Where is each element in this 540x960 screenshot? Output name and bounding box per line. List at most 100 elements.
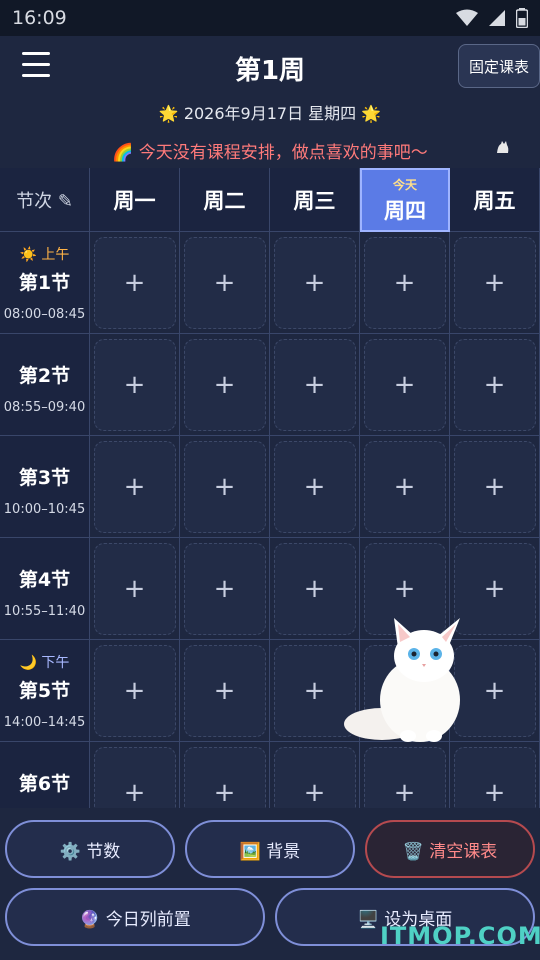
app-bar: 第1周 固定课表	[0, 36, 540, 98]
day-segment-label: 🌙 下午	[19, 654, 70, 671]
slot-cell-wed: +	[270, 334, 360, 436]
add-course-slot[interactable]: +	[363, 338, 446, 431]
slot-cell-tue: +	[180, 436, 270, 538]
plus-icon: +	[213, 267, 236, 298]
period-time: 14:00–14:45	[3, 714, 86, 730]
plus-icon: +	[213, 471, 236, 502]
slot-cell-thu: +	[360, 436, 450, 538]
plus-icon: +	[123, 267, 146, 298]
plus-icon: +	[483, 471, 506, 502]
add-course-slot[interactable]: +	[453, 746, 536, 808]
period-time-cell: 🌙 下午第5节 14:00–14:45	[0, 640, 90, 742]
add-course-slot[interactable]: +	[453, 338, 536, 431]
slot-cell-tue: +	[180, 334, 270, 436]
slot-cell-mon: +	[90, 334, 180, 436]
plus-icon: +	[213, 777, 236, 808]
signal-icon	[489, 10, 505, 26]
period-label: 第6节	[18, 772, 71, 795]
add-course-slot[interactable]: +	[363, 440, 446, 533]
add-course-slot[interactable]: +	[183, 236, 266, 329]
day-header-fri: 周五	[450, 168, 540, 232]
slot-cell-mon: +	[90, 538, 180, 640]
today-first-button[interactable]: 🔮 今日列前置	[5, 888, 265, 946]
add-course-slot[interactable]: +	[183, 338, 266, 431]
add-course-slot[interactable]: +	[93, 542, 176, 635]
add-course-slot[interactable]: +	[273, 338, 356, 431]
slot-cell-wed: +	[270, 742, 360, 808]
slot-cell-tue: +	[180, 640, 270, 742]
plus-icon: +	[393, 471, 416, 502]
plus-icon: +	[393, 777, 416, 808]
status-bar: 16:09	[0, 0, 540, 36]
slot-cell-mon: +	[90, 640, 180, 742]
date-line: 🌟 2026年9月17日 星期四 🌟	[158, 104, 382, 123]
plus-icon: +	[483, 267, 506, 298]
add-course-slot[interactable]: +	[93, 746, 176, 808]
day-header-wed: 周三	[270, 168, 360, 232]
add-course-slot[interactable]: +	[453, 440, 536, 533]
notice-text: 🌈 今天没有课程安排，做点喜欢的事吧～	[112, 143, 428, 163]
add-course-slot[interactable]: +	[183, 542, 266, 635]
plus-icon: +	[213, 675, 236, 706]
plus-icon: +	[393, 267, 416, 298]
slot-cell-fri: +	[450, 334, 540, 436]
day-header-tue: 周二	[180, 168, 270, 232]
add-course-slot[interactable]: +	[363, 236, 446, 329]
slot-cell-tue: +	[180, 742, 270, 808]
periods-button[interactable]: ⚙️ 节数	[5, 820, 175, 878]
slot-cell-mon: +	[90, 436, 180, 538]
fix-schedule-button[interactable]: 固定课表	[458, 44, 540, 88]
slot-cell-fri: +	[450, 232, 540, 334]
plus-icon: +	[393, 369, 416, 400]
battery-icon	[516, 8, 528, 28]
plus-icon: +	[123, 777, 146, 808]
add-course-slot[interactable]: +	[93, 644, 176, 737]
add-course-slot[interactable]: +	[93, 338, 176, 431]
add-course-slot[interactable]: +	[273, 746, 356, 808]
add-course-slot[interactable]: +	[183, 644, 266, 737]
add-course-slot[interactable]: +	[273, 236, 356, 329]
slot-cell-mon: +	[90, 742, 180, 808]
add-course-slot[interactable]: +	[183, 746, 266, 808]
plus-icon: +	[303, 369, 326, 400]
wifi-icon	[456, 9, 478, 26]
cat-illustration	[344, 618, 460, 742]
plus-icon: +	[483, 777, 506, 808]
plus-icon: +	[123, 369, 146, 400]
day-header-row: 节次 ✎ 周一 周二 周三 今天 周四 周五	[0, 168, 540, 232]
period-row: 第2节 08:55–09:40 + + + + +	[0, 334, 540, 436]
period-corner-label[interactable]: 节次 ✎	[0, 168, 90, 232]
period-label: 第1节	[18, 271, 71, 294]
clear-schedule-button[interactable]: 🗑️ 清空课表	[365, 820, 535, 878]
day-header-thu-today: 今天 周四	[360, 168, 450, 232]
plus-icon: +	[123, 471, 146, 502]
slot-cell-mon: +	[90, 232, 180, 334]
add-course-slot[interactable]: +	[363, 746, 446, 808]
day-segment-label: ☀️ 上午	[19, 246, 70, 263]
period-row: 第6节 14:55–15:40 + + + + +	[0, 742, 540, 808]
add-course-slot[interactable]: +	[93, 440, 176, 533]
slot-cell-fri: +	[450, 436, 540, 538]
plus-icon: +	[483, 369, 506, 400]
period-time: 10:55–11:40	[3, 603, 86, 619]
add-course-slot[interactable]: +	[273, 440, 356, 533]
period-label: 第5节	[18, 679, 71, 702]
plus-icon: +	[303, 471, 326, 502]
period-time-cell: 第3节 10:00–10:45	[0, 436, 90, 538]
period-time-cell: ☀️ 上午 第1节 08:00–08:45	[0, 232, 90, 334]
period-time: 14:55–15:40	[4, 808, 85, 809]
plus-icon: +	[213, 573, 236, 604]
period-time-cell: 第4节 10:55–11:40	[0, 538, 90, 640]
slot-cell-tue: +	[180, 232, 270, 334]
add-course-slot[interactable]: +	[453, 236, 536, 329]
slot-cell-tue: +	[180, 538, 270, 640]
period-label: 第4节	[18, 568, 71, 591]
slot-cell-wed: +	[270, 232, 360, 334]
day-header-mon: 周一	[90, 168, 180, 232]
add-course-slot[interactable]: +	[93, 236, 176, 329]
background-button[interactable]: 🖼️ 背景	[185, 820, 355, 878]
add-course-slot[interactable]: +	[183, 440, 266, 533]
period-time-cell: 第2节 08:55–09:40	[0, 334, 90, 436]
cat-icon	[497, 141, 509, 153]
plus-icon: +	[213, 369, 236, 400]
